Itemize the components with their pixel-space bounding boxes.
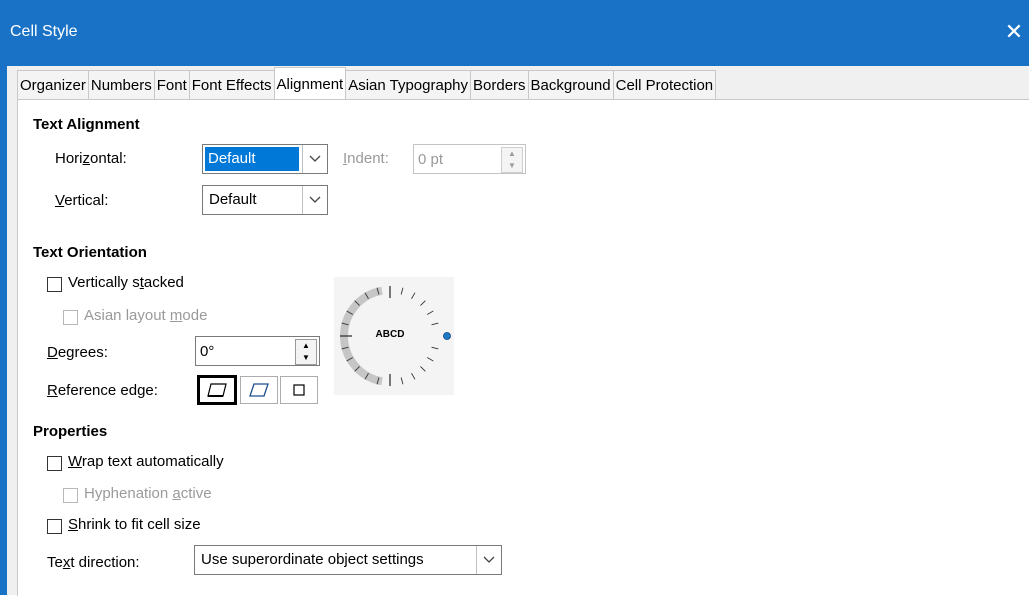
dial-tick	[431, 322, 439, 326]
reference-edge-inside-button[interactable]	[280, 376, 318, 404]
tab-borders[interactable]: Borders	[470, 70, 529, 99]
dial-tick	[420, 366, 426, 372]
rotation-dial[interactable]: ABCD	[334, 277, 454, 395]
hyphenation-label: Hyphenation active	[84, 485, 212, 502]
shrink-to-fit-checkbox[interactable]	[47, 519, 62, 534]
degrees-spinbox[interactable]: 0° ▲ ▼	[195, 336, 320, 366]
text-direction-label: Text direction:	[47, 554, 140, 571]
dial-tick	[427, 310, 434, 315]
text-direction-select[interactable]: Use superordinate object settings	[194, 545, 502, 575]
dial-tick	[400, 287, 404, 295]
wrap-text-checkbox[interactable]	[47, 456, 62, 471]
degrees-value: 0°	[200, 343, 215, 360]
tab-alignment[interactable]: Alignment	[273, 67, 347, 99]
horizontal-label: Horizontal:	[55, 150, 127, 167]
vertically-stacked-label: Vertically stacked	[68, 274, 184, 291]
dial-tick	[411, 373, 416, 380]
dial-tick	[420, 300, 426, 306]
vertically-stacked-checkbox[interactable]	[47, 277, 62, 292]
dial-tick	[400, 377, 404, 385]
reference-edge-top-button[interactable]	[240, 376, 278, 404]
close-icon[interactable]: ✕	[1000, 18, 1028, 46]
window-frame	[0, 66, 7, 595]
tab-bar: Organizer Numbers Font Font Effects Alig…	[17, 67, 717, 100]
spin-up-icon[interactable]: ▲	[502, 148, 522, 160]
chevron-down-icon[interactable]	[476, 546, 501, 574]
dial-tick	[411, 292, 416, 299]
vertical-value: Default	[209, 191, 257, 208]
properties-heading: Properties	[33, 423, 108, 440]
text-orientation-heading: Text Orientation	[33, 244, 147, 261]
text-direction-value: Use superordinate object settings	[201, 551, 424, 568]
tab-asian-typography[interactable]: Asian Typography	[345, 70, 472, 99]
horizontal-value: Default	[205, 147, 299, 171]
tab-numbers[interactable]: Numbers	[87, 70, 155, 99]
parallelogram-icon	[249, 383, 269, 397]
chevron-down-icon[interactable]	[302, 145, 327, 173]
square-icon	[293, 384, 305, 396]
wrap-text-label: Wrap text automatically	[68, 453, 224, 470]
vertical-label: Vertical:	[55, 192, 109, 209]
reference-edge-label: Reference edge:	[47, 382, 158, 399]
window-title: Cell Style	[10, 23, 78, 40]
dial-tick	[431, 346, 439, 350]
spin-down-icon[interactable]: ▼	[502, 160, 522, 172]
title-bar: Cell Style ✕	[0, 0, 1029, 66]
spin-down-icon[interactable]: ▼	[296, 352, 316, 364]
shrink-to-fit-label: Shrink to fit cell size	[68, 516, 201, 533]
indent-spinbox[interactable]: 0 pt ▲ ▼	[413, 144, 526, 174]
asian-layout-checkbox[interactable]	[63, 310, 78, 325]
indent-value: 0 pt	[418, 151, 444, 168]
tab-organizer[interactable]: Organizer	[17, 70, 89, 99]
tab-font-effects[interactable]: Font Effects	[188, 70, 275, 99]
asian-layout-label: Asian layout mode	[84, 307, 208, 324]
tab-font[interactable]: Font	[153, 70, 190, 99]
hyphenation-checkbox[interactable]	[63, 488, 78, 503]
horizontal-select[interactable]: Default	[202, 144, 328, 174]
parallelogram-icon	[207, 383, 227, 397]
spin-up-icon[interactable]: ▲	[296, 340, 316, 352]
chevron-down-icon[interactable]	[302, 186, 327, 214]
dial-sample-text: ABCD	[375, 329, 405, 340]
vertical-select[interactable]: Default	[202, 185, 328, 215]
tab-background[interactable]: Background	[527, 70, 614, 99]
tab-cell-protection[interactable]: Cell Protection	[612, 70, 717, 99]
degrees-label: Degrees:	[47, 344, 108, 361]
indent-label: Indent:	[343, 150, 389, 167]
dial-tick	[427, 357, 434, 362]
reference-edge-bottom-button[interactable]	[197, 375, 237, 405]
text-alignment-heading: Text Alignment	[33, 116, 140, 133]
